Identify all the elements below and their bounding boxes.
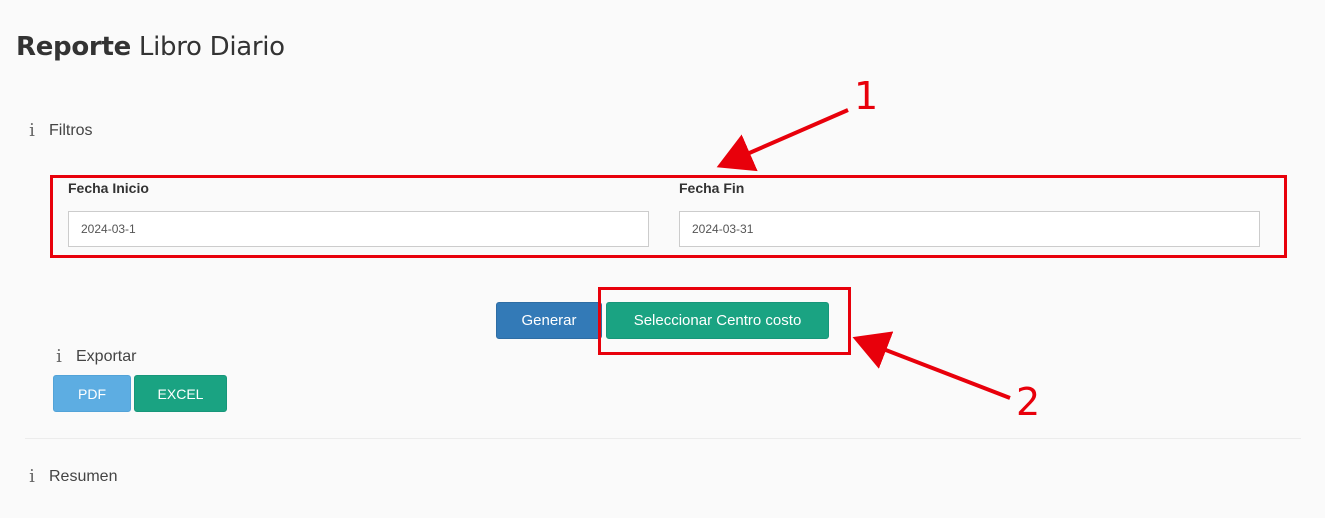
annotation-marker-2: 2 <box>1016 380 1041 424</box>
report-page: Reporte Libro Diario i Filtros Fecha Ini… <box>0 0 1325 518</box>
annotation-arrow-2 <box>852 331 1011 400</box>
annotation-arrows <box>716 108 1011 400</box>
annotation-arrow-1 <box>716 108 849 172</box>
annotation-marker-1: 1 <box>854 74 879 118</box>
